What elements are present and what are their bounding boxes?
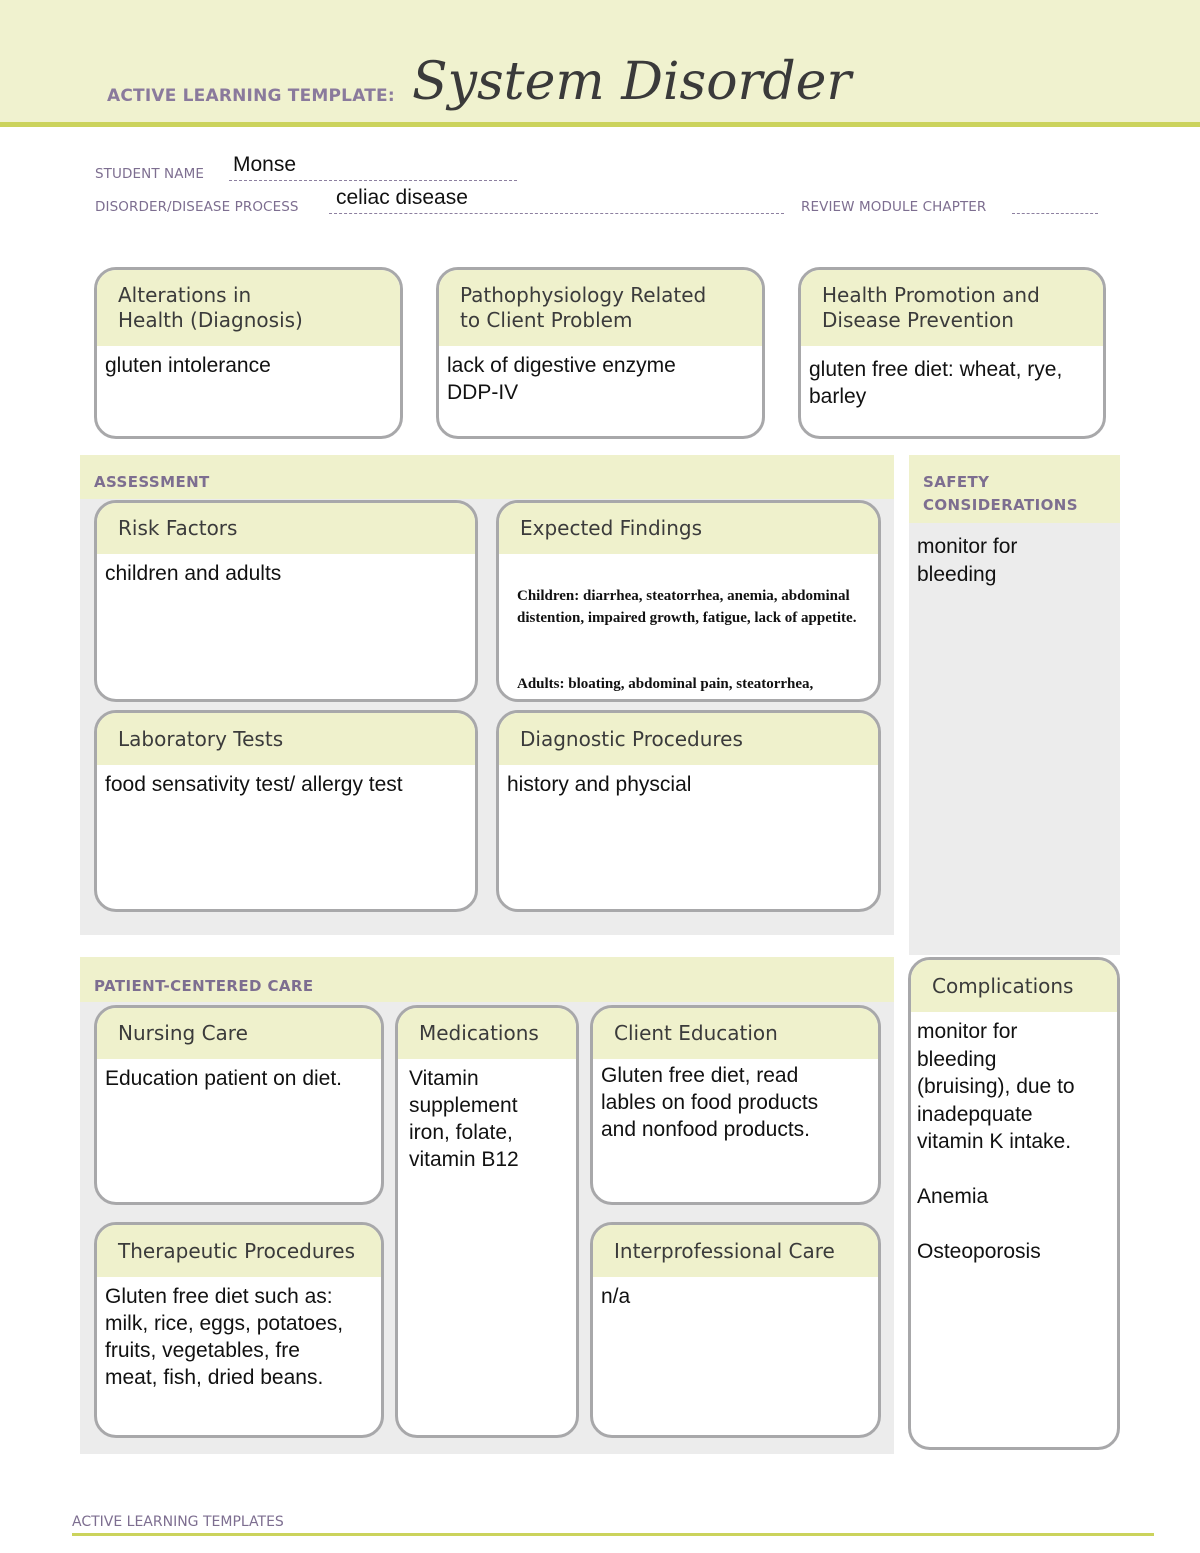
review-module-field[interactable] — [1012, 213, 1098, 214]
card-content[interactable]: children and adults — [97, 554, 475, 593]
card-interprofessional-care: Interprofessional Care n/a — [590, 1222, 881, 1438]
card-client-education: Client Education Gluten free diet, read … — [590, 1005, 881, 1205]
disorder-label: DISORDER/DISEASE PROCESS — [95, 199, 299, 215]
template-label: ACTIVE LEARNING TEMPLATE: — [107, 86, 395, 106]
card-pathophysiology: Pathophysiology Related to Client Proble… — [436, 267, 765, 439]
card-content[interactable]: gluten intolerance — [97, 346, 400, 385]
card-expected-findings: Expected Findings Children: diarrhea, st… — [496, 500, 881, 702]
card-content[interactable]: lack of digestive enzyme DDP-IV — [439, 346, 762, 412]
card-title: Complications — [911, 960, 1117, 1012]
review-module-label: REVIEW MODULE CHAPTER — [801, 199, 987, 215]
card-title: Client Education — [593, 1008, 878, 1059]
footer-divider — [72, 1533, 1154, 1536]
card-content[interactable]: gluten free diet: wheat, rye, barley — [801, 346, 1103, 416]
card-title: Nursing Care — [97, 1008, 381, 1059]
safety-section: SAFETY CONSIDERATIONS monitor for bleedi… — [909, 455, 1120, 955]
safety-content[interactable]: monitor for bleeding — [909, 523, 1120, 599]
card-content[interactable]: n/a — [593, 1277, 878, 1316]
assessment-heading: ASSESSMENT — [80, 455, 894, 499]
card-content[interactable]: Gluten free diet such as: milk, rice, eg… — [97, 1277, 381, 1397]
disorder-line — [329, 213, 784, 214]
card-therapeutic-procedures: Therapeutic Procedures Gluten free diet … — [94, 1222, 384, 1438]
card-title: Medications — [398, 1008, 576, 1059]
card-title: Risk Factors — [97, 503, 475, 554]
card-content[interactable]: Education patient on diet. — [97, 1059, 381, 1098]
student-name-field[interactable]: Monse — [233, 153, 296, 177]
card-laboratory-tests: Laboratory Tests food sensativity test/ … — [94, 710, 478, 912]
card-title: Therapeutic Procedures — [97, 1225, 381, 1277]
card-title: Health Promotion and Disease Prevention — [801, 270, 1103, 346]
card-content[interactable]: Gluten free diet, read lables on food pr… — [593, 1059, 878, 1149]
card-content[interactable]: Children: diarrhea, steatorrhea, anemia,… — [499, 554, 878, 699]
card-complications: Complications monitor for bleeding (brui… — [908, 957, 1120, 1450]
card-title: Laboratory Tests — [97, 713, 475, 765]
student-name-line — [229, 180, 517, 181]
card-content[interactable]: monitor for bleeding (bruising), due to … — [911, 1012, 1117, 1272]
findings-children: Children: diarrhea, steatorrhea, anemia,… — [517, 588, 857, 626]
header-divider — [0, 122, 1200, 127]
card-title: Pathophysiology Related to Client Proble… — [439, 270, 762, 346]
card-medications: Medications Vitamin supplement iron, fol… — [395, 1005, 579, 1438]
disorder-field[interactable]: celiac disease — [336, 186, 468, 210]
findings-adults: Adults: bloating, abdominal pain, steato… — [517, 676, 814, 699]
card-title: Alterations in Health (Diagnosis) — [97, 270, 400, 346]
patient-centered-care-heading: PATIENT-CENTERED CARE — [80, 957, 894, 1002]
card-content[interactable]: food sensativity test/ allergy test — [97, 765, 475, 804]
card-content[interactable]: Vitamin supplement iron, folate, vitamin… — [398, 1059, 576, 1179]
card-health-promotion: Health Promotion and Disease Prevention … — [798, 267, 1106, 439]
card-alterations-in-health: Alterations in Health (Diagnosis) gluten… — [94, 267, 403, 439]
card-title: Diagnostic Procedures — [499, 713, 878, 765]
safety-heading: SAFETY CONSIDERATIONS — [909, 455, 1120, 523]
card-risk-factors: Risk Factors children and adults — [94, 500, 478, 702]
card-content[interactable]: history and physcial — [499, 765, 878, 804]
card-nursing-care: Nursing Care Education patient on diet. — [94, 1005, 384, 1205]
student-name-label: STUDENT NAME — [95, 166, 204, 182]
card-title: Expected Findings — [499, 503, 878, 554]
card-diagnostic-procedures: Diagnostic Procedures history and physci… — [496, 710, 881, 912]
template-title: System Disorder — [412, 52, 852, 112]
footer-label: ACTIVE LEARNING TEMPLATES — [72, 1514, 284, 1530]
card-title: Interprofessional Care — [593, 1225, 878, 1277]
